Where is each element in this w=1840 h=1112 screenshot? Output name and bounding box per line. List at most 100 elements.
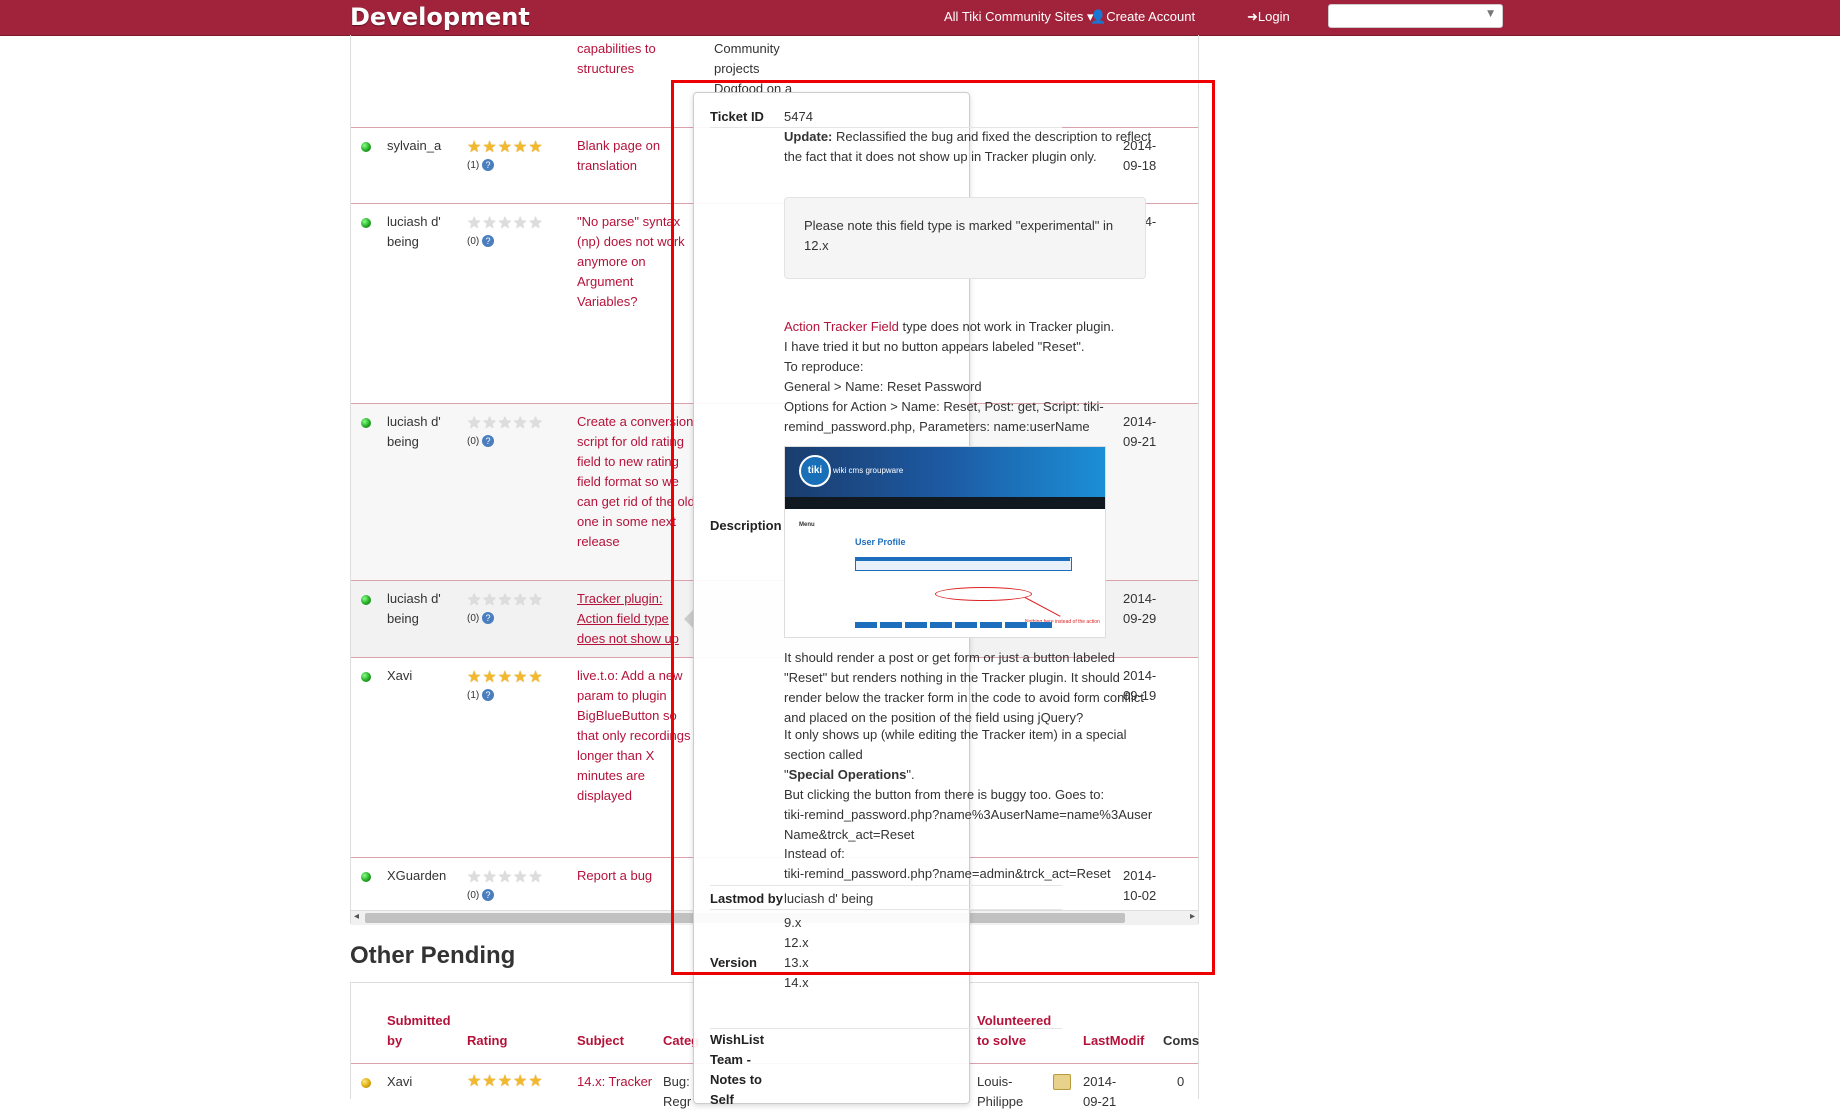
rating-stars[interactable]: ★★★★★ xyxy=(467,591,544,611)
star-icon[interactable]: ★ xyxy=(482,870,496,886)
help-icon[interactable]: ? xyxy=(482,159,495,172)
col-volunteered[interactable]: Volunteered to solve xyxy=(977,1011,1067,1051)
star-icon[interactable]: ★ xyxy=(482,593,496,609)
community-sites-menu[interactable]: All Tiki Community Sites ▾ xyxy=(944,9,1094,25)
star-icon[interactable]: ★ xyxy=(528,1074,542,1090)
top-subject-fragment[interactable]: capabilities to structures xyxy=(577,39,695,79)
submitter: luciash d' being xyxy=(387,214,441,249)
star-icon[interactable]: ★ xyxy=(482,416,496,432)
edit-icon[interactable] xyxy=(1053,1074,1071,1090)
create-account-link[interactable]: 👤Create Account xyxy=(1090,9,1195,25)
status-dot-icon xyxy=(361,418,371,428)
vote-count: (0) ? xyxy=(467,432,495,452)
star-icon[interactable]: ★ xyxy=(498,670,512,686)
star-icon[interactable]: ★ xyxy=(467,416,481,432)
col-submitted-by[interactable]: Submitted by xyxy=(387,1011,457,1051)
vote-count: (1) ? xyxy=(467,686,495,706)
star-icon[interactable]: ★ xyxy=(467,1074,481,1090)
star-icon[interactable]: ★ xyxy=(467,593,481,609)
version-item: 14.x xyxy=(784,975,809,990)
star-icon[interactable]: ★ xyxy=(528,870,542,886)
star-icon[interactable]: ★ xyxy=(498,1074,512,1090)
star-icon[interactable]: ★ xyxy=(513,593,527,609)
scroll-left-icon[interactable]: ◂ xyxy=(354,911,359,922)
comment-count: 0 xyxy=(1177,1074,1185,1089)
wishlist-label: WishList Team - Notes to Self xyxy=(710,1032,765,1107)
col-lastmodif[interactable]: LastModif xyxy=(1083,1031,1144,1051)
star-icon[interactable]: ★ xyxy=(513,416,527,432)
status-dot-icon xyxy=(361,672,371,682)
star-icon[interactable]: ★ xyxy=(528,670,542,686)
star-icon[interactable]: ★ xyxy=(513,670,527,686)
help-icon[interactable]: ? xyxy=(482,612,495,625)
rating-stars[interactable]: ★★★★★ xyxy=(467,868,544,888)
star-icon[interactable]: ★ xyxy=(513,870,527,886)
star-icon[interactable]: ★ xyxy=(467,670,481,686)
status-dot-icon xyxy=(361,872,371,882)
lastmod-date: 2014-09-21 xyxy=(1083,1074,1117,1109)
col-subject[interactable]: Subject xyxy=(577,1031,624,1051)
login-link[interactable]: ➜Login xyxy=(1247,9,1290,25)
site-brand[interactable]: Development xyxy=(350,0,530,34)
status-dot-icon xyxy=(361,218,371,228)
vote-count: (0) ? xyxy=(467,886,495,906)
star-icon[interactable]: ★ xyxy=(513,140,527,156)
vote-count: (0) ? xyxy=(467,232,495,252)
login-label: Login xyxy=(1257,9,1290,24)
create-account-label: Create Account xyxy=(1106,9,1196,24)
vote-count-text: (0) xyxy=(467,236,480,247)
rating-stars[interactable]: ★★★★★ xyxy=(467,668,544,688)
star-icon[interactable]: ★ xyxy=(513,1074,527,1090)
vote-count: (0) ? xyxy=(467,609,495,629)
star-icon[interactable]: ★ xyxy=(498,870,512,886)
vote-count-text: (1) xyxy=(467,160,480,171)
user-icon: 👤 xyxy=(1090,9,1107,24)
star-icon[interactable]: ★ xyxy=(482,1074,496,1090)
star-icon[interactable]: ★ xyxy=(528,216,542,232)
rating-stars[interactable]: ★★★★★ xyxy=(467,138,544,158)
vote-count-text: (0) xyxy=(467,436,480,447)
help-icon[interactable]: ? xyxy=(482,235,495,248)
vote-count: (1) ? xyxy=(467,156,495,176)
col-rating[interactable]: Rating xyxy=(467,1031,507,1051)
submitter: luciash d' being xyxy=(387,591,441,626)
star-icon[interactable]: ★ xyxy=(528,593,542,609)
star-icon[interactable]: ★ xyxy=(498,216,512,232)
highlight-box xyxy=(671,80,1215,975)
submitter: luciash d' being xyxy=(387,414,441,449)
star-icon[interactable]: ★ xyxy=(498,140,512,156)
star-icon[interactable]: ★ xyxy=(498,593,512,609)
volunteer: Louis-Philippe xyxy=(977,1074,1024,1109)
other-pending-heading: Other Pending xyxy=(350,942,516,969)
star-icon[interactable]: ★ xyxy=(498,416,512,432)
help-icon[interactable]: ? xyxy=(482,889,495,902)
help-icon[interactable]: ? xyxy=(482,435,495,448)
vote-count-text: (0) xyxy=(467,613,480,624)
site-select[interactable]: ▼ xyxy=(1328,4,1503,28)
star-icon[interactable]: ★ xyxy=(528,416,542,432)
star-icon[interactable]: ★ xyxy=(528,140,542,156)
divider xyxy=(710,1028,1062,1029)
star-icon[interactable]: ★ xyxy=(467,216,481,232)
submitter: Xavi xyxy=(387,668,413,683)
vote-count-text: (0) xyxy=(467,890,480,901)
status-dot-icon xyxy=(361,595,371,605)
col-comments[interactable]: Coms xyxy=(1163,1031,1199,1051)
star-icon[interactable]: ★ xyxy=(482,216,496,232)
star-icon[interactable]: ★ xyxy=(482,140,496,156)
status-dot-icon xyxy=(361,142,371,152)
star-icon[interactable]: ★ xyxy=(467,870,481,886)
star-icon[interactable]: ★ xyxy=(482,670,496,686)
community-sites-label: All Tiki Community Sites xyxy=(944,9,1084,24)
rating-stars[interactable]: ★★★★★ xyxy=(467,414,544,434)
star-icon[interactable]: ★ xyxy=(513,216,527,232)
rating-stars[interactable]: ★★★★★ xyxy=(467,214,544,234)
submitter: Xavi xyxy=(387,1074,413,1089)
login-icon: ➜ xyxy=(1247,9,1258,24)
rating-stars[interactable]: ★★★★★ xyxy=(467,1074,544,1090)
star-icon[interactable]: ★ xyxy=(467,140,481,156)
help-icon[interactable]: ? xyxy=(482,689,495,702)
top-navbar: Development All Tiki Community Sites ▾ 👤… xyxy=(0,0,1840,36)
submitter: XGuarden xyxy=(387,868,447,883)
select-caret-icon: ▼ xyxy=(1487,9,1494,19)
